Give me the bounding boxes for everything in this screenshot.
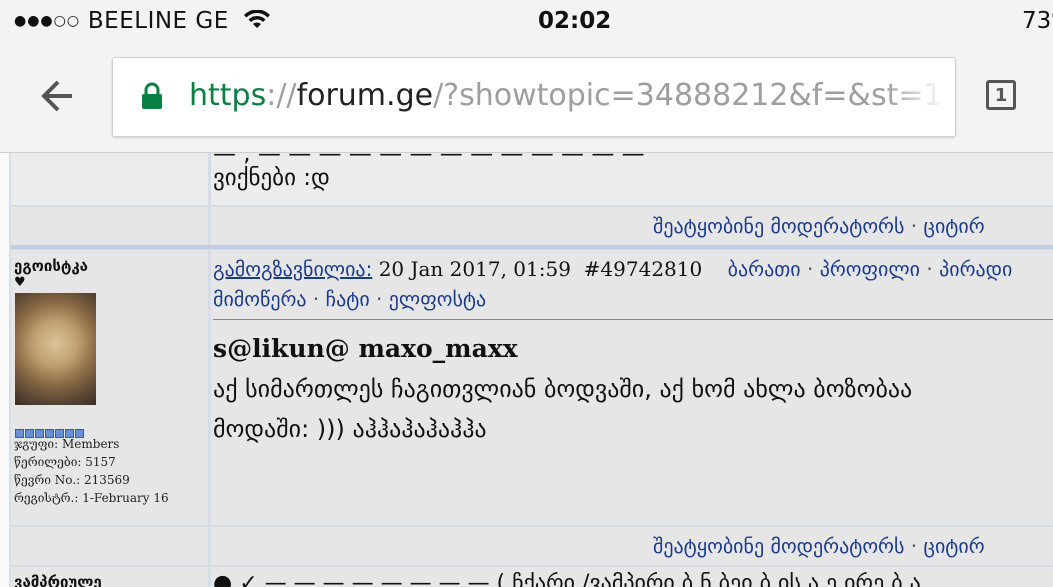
- prev-post-footer-links: შეატყობინე მოდერატორს · ციტირ: [653, 214, 985, 238]
- next-post-author-name[interactable]: ვამპრიულე: [14, 573, 102, 587]
- signal-strength-icon: ●●●○○: [14, 13, 81, 29]
- prev-post-text: ვიქნები :დ: [213, 165, 330, 191]
- sent-label[interactable]: გამოგზავნილია:: [213, 257, 372, 281]
- url-path: /?showtopic=34888212&f=&st=1275: [433, 78, 956, 113]
- lock-icon: [142, 82, 162, 109]
- report-moderator-link[interactable]: შეატყობინე მოდერატორს: [653, 534, 904, 558]
- author-group: ჯგუფი: Members: [14, 437, 120, 451]
- back-arrow-icon[interactable]: [36, 76, 76, 116]
- tabs-icon[interactable]: 1: [986, 80, 1016, 110]
- prev-post-body: — , — — — — — — — — — — — — — ვიქნები :დ: [211, 153, 1053, 205]
- post-id[interactable]: #49742810: [584, 257, 703, 281]
- carrier-info: ●●●○○ BEELINE GE: [14, 8, 271, 34]
- post-quote-line: s@likun@ maxo_maxx: [213, 334, 518, 363]
- post-author-name[interactable]: ეგოისტკა: [14, 257, 88, 275]
- wifi-icon: [243, 9, 270, 28]
- quote-link[interactable]: ციტირ: [924, 214, 985, 238]
- post-separator: [11, 245, 1053, 249]
- post-divider: [213, 319, 1053, 320]
- email-link[interactable]: ელფოსტა: [389, 287, 486, 311]
- url-scheme: https: [189, 78, 267, 113]
- post-footer-left: [11, 527, 208, 565]
- post-footer-links: შეატყობინე მოდერატორს · ციტირ: [653, 534, 985, 558]
- url-text[interactable]: https://forum.ge/?showtopic=34888212&f=&…: [189, 78, 956, 113]
- author-member-no: წევრი No.: 213569: [14, 473, 130, 487]
- report-moderator-link[interactable]: შეატყობინე მოდერატორს: [653, 214, 904, 238]
- status-bar: ●●●○○ BEELINE GE 02:02 73%: [0, 0, 1053, 42]
- profile-link[interactable]: პროფილი: [820, 257, 920, 281]
- url-fade: [885, 58, 955, 136]
- address-bar[interactable]: https://forum.ge/?showtopic=34888212&f=&…: [112, 57, 956, 137]
- clock: 02:02: [538, 8, 612, 34]
- author-registered: რეგისტრ.: 1-February 16: [14, 491, 169, 505]
- next-post-text: ● ✓ — — — — — — — — ( ჩქარი /ვამპირი ბ ნ…: [213, 571, 921, 587]
- url-host: forum.ge: [296, 78, 434, 113]
- forum-content: — , — — — — — — — — — — — — — ვიქნები :დ…: [0, 153, 1053, 587]
- battery-level: 73%: [1022, 8, 1053, 34]
- post-date: 20 Jan 2017, 01:59: [378, 257, 571, 281]
- post-body-line1: აქ სიმართლეს ჩაგითვლიან ბოდვაში, აქ ხომ …: [213, 375, 913, 403]
- url-separator: ://: [266, 78, 297, 113]
- quote-link[interactable]: ციტირ: [924, 534, 985, 558]
- correspondence-link[interactable]: მიმოწერა: [213, 287, 307, 311]
- post-body-line2: მოდაში: ))) აჰჰაჰაჰაჰჰა: [213, 415, 487, 443]
- prev-post-footer: შეატყობინე მოდერატორს · ციტირ: [211, 207, 1053, 245]
- author-posts: წერილები: 5157: [14, 455, 116, 469]
- avatar[interactable]: [15, 293, 96, 405]
- post-footer: შეატყობინე მოდერატორს · ციტირ: [211, 527, 1053, 565]
- prev-post-sidebar: [11, 153, 208, 205]
- browser-toolbar: https://forum.ge/?showtopic=34888212&f=&…: [0, 42, 1053, 153]
- private-link[interactable]: პირადი: [939, 257, 1012, 281]
- post-meta: გამოგზავნილია: 20 Jan 2017, 01:59 #49742…: [213, 257, 1013, 281]
- carrier-name: BEELINE GE: [87, 8, 229, 34]
- author-heart: ♥: [14, 275, 26, 290]
- left-edge: [0, 153, 9, 587]
- card-link[interactable]: ბარათი: [728, 257, 801, 281]
- author-stats: ჯგუფი: Members წერილები: 5157 წევრი No.:…: [14, 435, 169, 507]
- post-meta-line2: მიმოწერა · ჩატი · ელფოსტა: [213, 287, 487, 311]
- rank-pips: [15, 423, 85, 438]
- prev-post-footer-left: [11, 207, 208, 245]
- chat-link[interactable]: ჩატი: [326, 287, 370, 311]
